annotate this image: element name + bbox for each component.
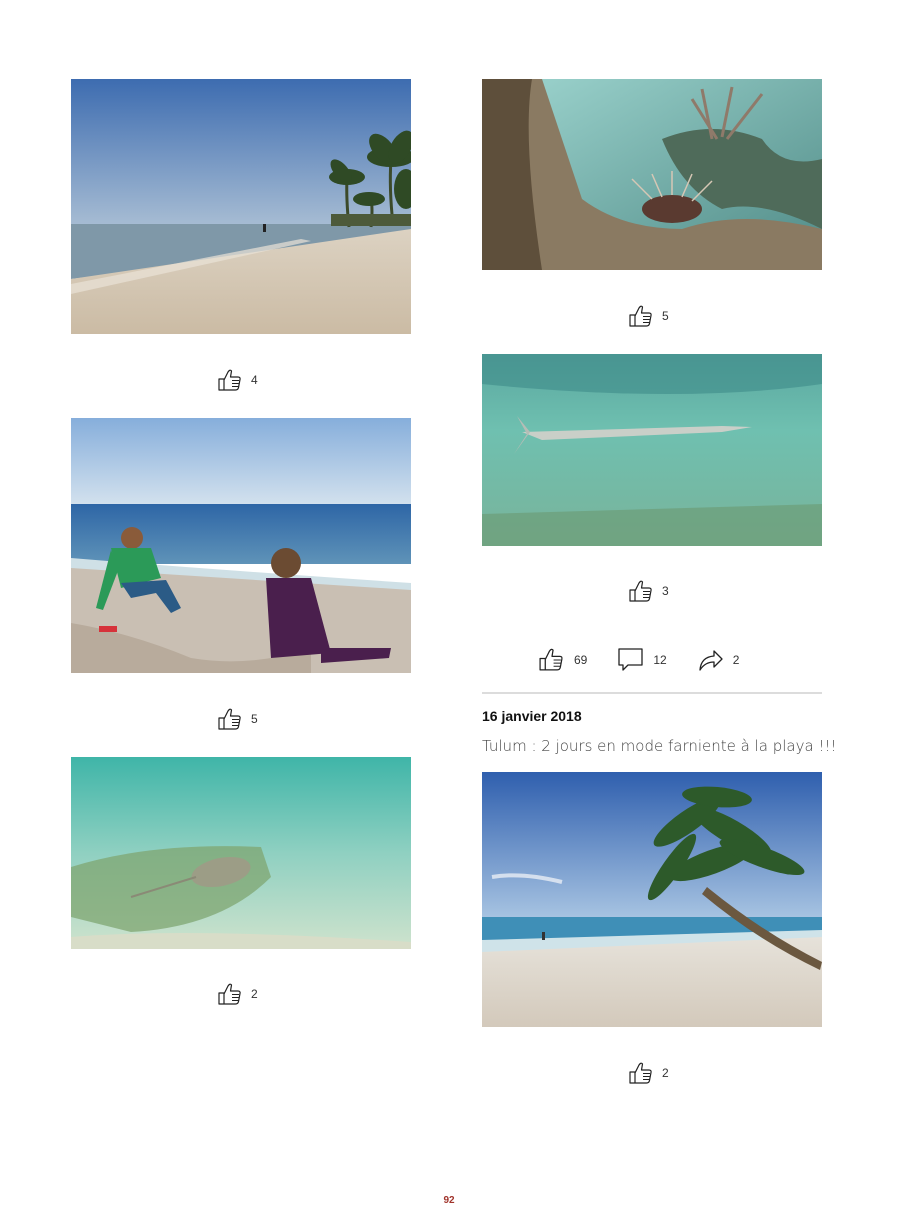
like-counter[interactable]: 2 <box>628 1060 669 1086</box>
post-likes[interactable]: 69 <box>538 646 587 673</box>
thumbs-up-icon <box>539 648 563 671</box>
thumbs-up-icon <box>629 580 652 602</box>
like-count: 2 <box>662 1066 669 1080</box>
post-shares[interactable]: 2 <box>697 646 740 673</box>
like-count: 2 <box>251 987 258 1001</box>
like-count: 5 <box>251 712 258 726</box>
thumbs-up-icon <box>218 983 241 1005</box>
thumbs-up-icon <box>218 369 241 391</box>
post-comments-count: 12 <box>653 652 667 667</box>
share-arrow-icon <box>699 650 723 671</box>
thumbs-up-icon <box>629 1062 652 1084</box>
like-count: 5 <box>662 309 669 323</box>
page-number: 92 <box>443 1195 455 1206</box>
post-divider <box>482 692 822 694</box>
post-comments[interactable]: 12 <box>617 646 667 673</box>
post-date: 16 janvier 2018 <box>482 708 582 724</box>
post-stats: 69 12 2 <box>538 646 769 673</box>
like-count: 4 <box>251 373 258 387</box>
like-counter[interactable]: 4 <box>217 367 258 393</box>
post-shares-count: 2 <box>732 652 740 667</box>
photo-needlefish <box>482 354 822 546</box>
like-count: 3 <box>662 584 669 598</box>
like-counter[interactable]: 3 <box>628 578 669 604</box>
photo-lionfish-reef <box>482 79 822 270</box>
post-likes-count: 69 <box>574 652 588 667</box>
photo-kids-sandcastle <box>71 418 411 673</box>
like-counter[interactable]: 2 <box>217 981 258 1007</box>
photo-stingray <box>71 757 411 949</box>
post-caption: Tulum : 2 jours en mode farniente à la p… <box>482 737 837 755</box>
like-counter[interactable]: 5 <box>217 706 258 732</box>
thumbs-up-icon <box>629 305 652 327</box>
photo-tulum-palm <box>482 772 822 1027</box>
like-counter[interactable]: 5 <box>628 303 669 329</box>
photo-beach-palms <box>71 79 411 334</box>
thumbs-up-icon <box>218 708 241 730</box>
comment-bubble-icon <box>618 648 644 671</box>
